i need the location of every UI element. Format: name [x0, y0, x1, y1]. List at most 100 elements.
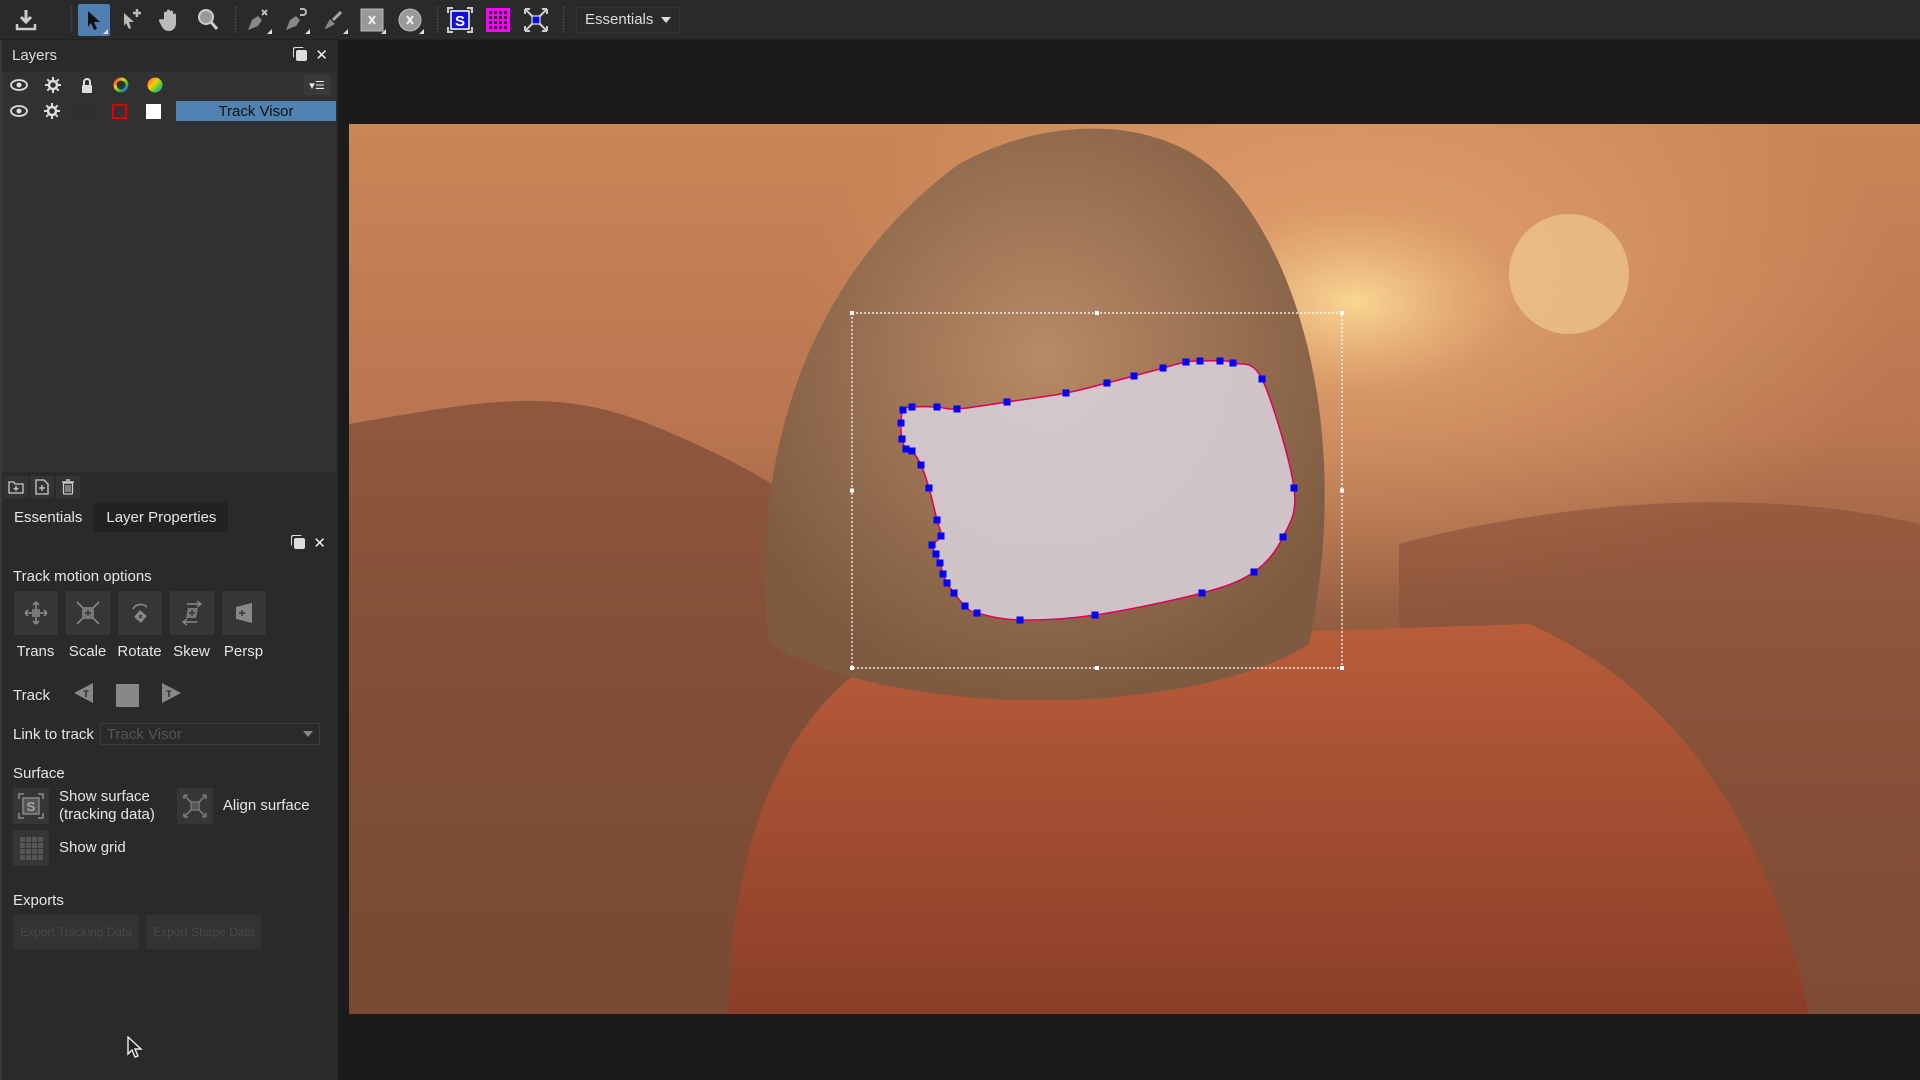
layer-lock-toggle[interactable] — [69, 98, 103, 124]
grid-icon — [20, 837, 43, 860]
track-backward-icon: T — [73, 683, 93, 703]
show-surface-button[interactable]: S — [13, 788, 49, 824]
export-shape-data-button[interactable]: Export Shape Data — [146, 915, 262, 949]
workspace-dropdown[interactable]: Essentials — [576, 6, 681, 33]
video-frame-image — [349, 124, 1920, 1014]
color-wheel-icon — [147, 77, 163, 93]
motion-options: Trans Scale Rotate Skew Persp — [2, 591, 336, 660]
show-grid-button[interactable] — [13, 830, 49, 866]
track-backward-button[interactable]: T — [72, 682, 94, 709]
show-grid-label[interactable]: Show grid — [59, 839, 126, 857]
svg-text:T: T — [83, 689, 89, 699]
gear-icon — [44, 103, 61, 119]
workspace-label: Essentials — [585, 11, 654, 28]
motion-option-rotate[interactable]: Rotate — [117, 591, 162, 660]
properties-tabs: Essentials Layer Properties — [2, 502, 336, 532]
close-panel-icon[interactable]: ✕ — [315, 48, 328, 63]
new-layer-button[interactable] — [30, 476, 54, 498]
eye-icon — [9, 105, 28, 117]
surface-row-1: S Show surface (tracking data) Align sur… — [2, 788, 336, 824]
layer-fill-swatch[interactable] — [136, 98, 170, 124]
motion-option-persp[interactable]: Persp — [221, 591, 266, 660]
track-label: Track — [13, 687, 50, 704]
add-point-icon — [124, 8, 141, 29]
track-forward-icon: T — [161, 683, 181, 703]
rectangle-x-tool-button[interactable] — [356, 4, 388, 36]
svg-text:S: S — [455, 13, 465, 30]
video-frame[interactable] — [349, 124, 1920, 1014]
surface-row-2: Show grid — [2, 830, 336, 866]
tab-essentials[interactable]: Essentials — [2, 502, 94, 532]
layers-panel-header: Layers ✕ — [2, 40, 338, 70]
gear-icon — [45, 77, 61, 93]
show-grid-toolbar-button[interactable] — [482, 4, 514, 36]
add-point-tool-button[interactable] — [116, 4, 148, 36]
track-stop-button[interactable] — [115, 684, 139, 707]
align-surface-button[interactable] — [176, 788, 213, 824]
motion-option-trans[interactable]: Trans — [13, 591, 58, 660]
left-panel: Layers ✕ ▾☰ Track Visor Essentials Layer… — [0, 40, 338, 1080]
svg-text:S: S — [27, 799, 36, 814]
perspective-icon — [235, 603, 252, 623]
zoom-tool-button[interactable] — [192, 4, 224, 36]
layer-name[interactable]: Track Visor — [175, 101, 336, 121]
layer-color-swatch[interactable] — [103, 98, 137, 124]
align-surface-icon — [524, 7, 548, 32]
layer-settings-button[interactable] — [36, 98, 70, 124]
select-tool-button[interactable] — [78, 3, 110, 36]
mouse-cursor — [127, 1035, 143, 1063]
folder-plus-icon — [8, 481, 24, 494]
cursor-icon — [127, 1035, 143, 1058]
surface-s-icon: S — [18, 793, 44, 819]
link-to-track-row: Link to track Track Visor — [2, 723, 336, 745]
show-surface-label[interactable]: Show surface (tracking data) — [59, 788, 155, 824]
lock-header[interactable] — [70, 72, 104, 98]
main-toolbar: S Essentials — [0, 0, 1920, 40]
link-to-track-dropdown[interactable]: Track Visor — [99, 723, 320, 745]
bspline-tool-button[interactable] — [280, 4, 312, 36]
close-panel-icon[interactable]: ✕ — [313, 536, 326, 551]
layer-filter-button[interactable]: ▾☰ — [304, 75, 330, 95]
xspline-tool-button[interactable] — [242, 4, 274, 36]
fill-header[interactable] — [138, 72, 172, 98]
trash-icon — [62, 479, 74, 495]
float-panel-icon[interactable] — [296, 49, 308, 61]
rotate-icon — [131, 603, 148, 623]
layer-row-track-visor[interactable]: Track Visor — [2, 98, 336, 124]
show-surface-toolbar-button[interactable]: S — [444, 4, 476, 36]
track-forward-button[interactable]: T — [161, 682, 183, 709]
layers-header-row: ▾☰ — [2, 72, 336, 98]
layer-visibility-toggle[interactable] — [2, 98, 36, 124]
translate-icon — [23, 601, 48, 625]
track-motion-label: Track motion options — [13, 568, 152, 585]
scale-icon — [75, 601, 100, 625]
hand-icon — [158, 9, 176, 31]
surface-s-icon: S — [447, 6, 473, 33]
align-surface-toolbar-button[interactable] — [520, 4, 552, 36]
float-panel-icon[interactable] — [294, 537, 306, 549]
chevron-down-icon — [661, 16, 672, 23]
visibility-header[interactable] — [2, 72, 36, 98]
color-header[interactable] — [104, 72, 138, 98]
new-group-button[interactable] — [4, 476, 28, 498]
settings-header[interactable] — [36, 72, 70, 98]
link-to-track-label: Link to track — [13, 725, 94, 743]
svg-text:T: T — [166, 689, 172, 699]
download-icon — [15, 9, 37, 30]
delete-layer-button[interactable] — [56, 476, 80, 498]
ellipse-x-tool-button[interactable] — [394, 4, 426, 36]
grid-icon — [486, 7, 510, 32]
layers-footer — [2, 472, 336, 502]
align-surface-icon — [183, 794, 207, 818]
skew-icon — [181, 600, 202, 626]
import-button[interactable] — [10, 4, 42, 36]
tab-layer-properties[interactable]: Layer Properties — [94, 502, 229, 532]
align-surface-label[interactable]: Align surface — [223, 797, 310, 815]
motion-option-scale[interactable]: Scale — [65, 591, 110, 660]
file-plus-icon — [35, 479, 49, 495]
lock-icon — [82, 77, 92, 93]
pan-tool-button[interactable] — [154, 4, 186, 36]
motion-option-skew[interactable]: Skew — [169, 591, 214, 660]
brush-tool-button[interactable] — [318, 4, 350, 36]
export-tracking-data-button[interactable]: Export Tracking Data — [13, 915, 140, 949]
